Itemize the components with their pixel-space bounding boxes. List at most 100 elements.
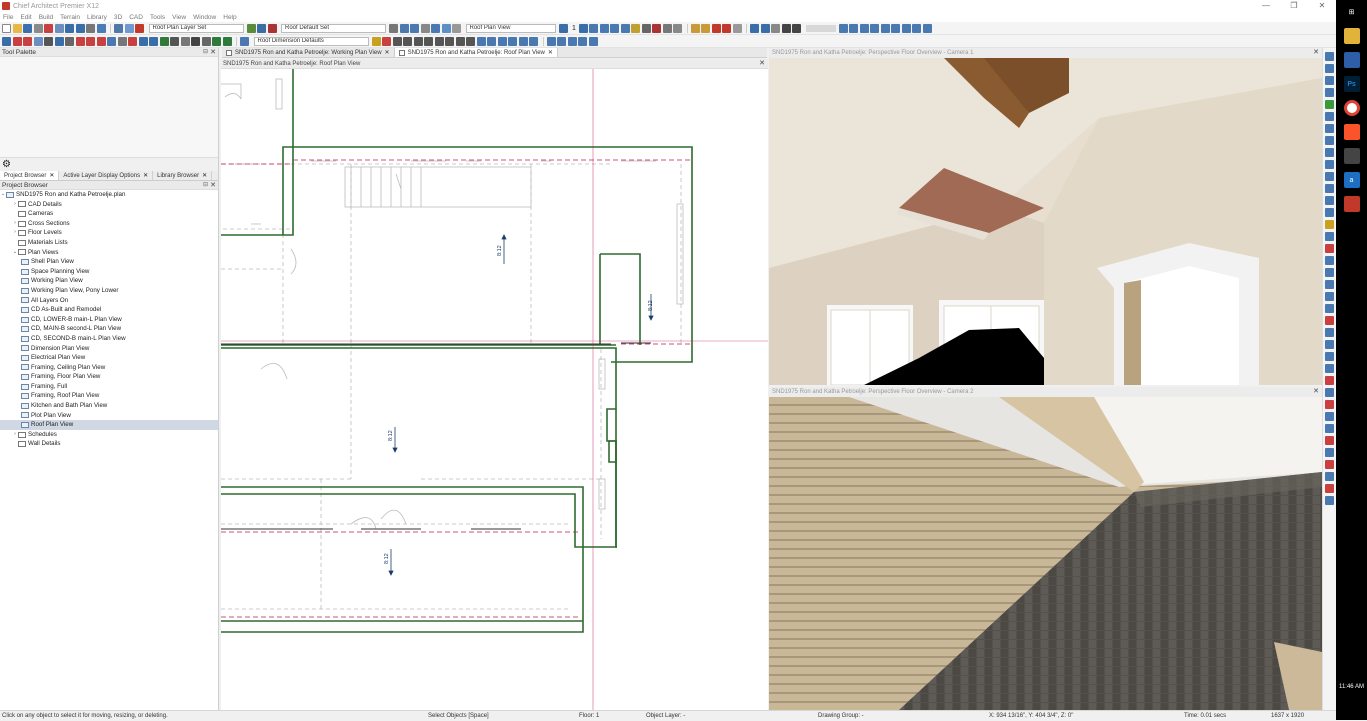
wireframe-icon[interactable] bbox=[641, 23, 651, 33]
menu-library[interactable]: Library bbox=[87, 14, 107, 21]
join-icon[interactable] bbox=[487, 36, 496, 46]
layout-icon[interactable] bbox=[760, 23, 770, 33]
orbit-icon[interactable] bbox=[1325, 64, 1334, 73]
tree-item[interactable]: CD As-Built and Remodel bbox=[0, 305, 218, 315]
tree-item[interactable]: Wall Details bbox=[0, 439, 218, 449]
move-down-icon[interactable] bbox=[1325, 184, 1334, 193]
tilt-down-icon[interactable] bbox=[1325, 136, 1334, 145]
open-folder-icon[interactable] bbox=[12, 23, 22, 33]
swap-view-icon[interactable] bbox=[441, 23, 451, 33]
maximize-button[interactable]: ❐ bbox=[1280, 0, 1308, 12]
break-icon[interactable] bbox=[1325, 316, 1334, 325]
view-5-icon[interactable] bbox=[880, 23, 890, 33]
tree-root[interactable]: ⌄ SND1975 Ron and Katha Petroelje.plan bbox=[0, 190, 218, 200]
dimension-tool-icon[interactable] bbox=[149, 36, 158, 46]
roof-tool-icon[interactable] bbox=[75, 36, 85, 46]
tree-item[interactable]: Roof Plan View bbox=[0, 420, 218, 430]
camera-1-close-button[interactable]: ✕ bbox=[1313, 48, 1319, 58]
reset-view-icon[interactable] bbox=[1325, 196, 1334, 205]
library-icon[interactable] bbox=[690, 23, 700, 33]
break-line-icon[interactable] bbox=[722, 23, 732, 33]
close-icon[interactable]: ✕ bbox=[49, 171, 54, 180]
material-icon[interactable] bbox=[652, 23, 662, 33]
tab-active-layer-display-options[interactable]: Active Layer Display Options ✕ bbox=[59, 171, 154, 180]
edit-object-icon[interactable] bbox=[1325, 232, 1334, 241]
playback-slider[interactable] bbox=[805, 24, 836, 32]
menu-edit[interactable]: Edit bbox=[20, 14, 31, 21]
cross-section-icon[interactable] bbox=[620, 23, 630, 33]
copy-icon[interactable] bbox=[54, 23, 64, 33]
dimension-defaults-icon[interactable] bbox=[240, 36, 249, 46]
angle-snap-icon[interactable] bbox=[1325, 352, 1334, 361]
tilt-up-icon[interactable] bbox=[1325, 124, 1334, 133]
pin-icon[interactable]: ⊟ bbox=[203, 48, 208, 57]
tab-project-browser[interactable]: Project Browser ✕ bbox=[0, 171, 60, 180]
menu-window[interactable]: Window bbox=[193, 14, 216, 21]
menu-cad[interactable]: CAD bbox=[129, 14, 143, 21]
plumbing-tool-icon[interactable] bbox=[117, 36, 127, 46]
render-icon[interactable] bbox=[662, 23, 672, 33]
menu-file[interactable]: File bbox=[3, 14, 13, 21]
trim-icon[interactable] bbox=[497, 36, 507, 46]
layer-display-icon[interactable] bbox=[124, 23, 134, 33]
tree-item[interactable]: Working Plan View, Pony Lower bbox=[0, 286, 218, 296]
tree-item[interactable]: Cameras bbox=[0, 209, 218, 219]
door-tool-icon[interactable] bbox=[44, 36, 53, 46]
tree-item[interactable]: Framing, Floor Plan View bbox=[0, 372, 218, 382]
point-icon[interactable] bbox=[1325, 328, 1334, 337]
grid-icon[interactable] bbox=[750, 23, 760, 33]
gear-icon[interactable]: ⚙ bbox=[2, 159, 11, 170]
tree-item[interactable]: Electrical Plan View bbox=[0, 353, 218, 363]
tree-item[interactable]: Dimension Plan View bbox=[0, 344, 218, 354]
marker-icon[interactable] bbox=[382, 36, 391, 46]
trim-line-icon[interactable] bbox=[1325, 400, 1334, 409]
pause-icon[interactable] bbox=[781, 23, 791, 33]
tree-item[interactable]: Plot Plan View bbox=[0, 411, 218, 421]
save-icon[interactable] bbox=[23, 23, 32, 33]
lighting-icon[interactable] bbox=[1325, 220, 1334, 229]
tree-item[interactable]: CD, MAIN-B second-L Plan View bbox=[0, 324, 218, 334]
zoom-out-icon[interactable] bbox=[410, 23, 419, 33]
zoom-window-icon[interactable] bbox=[389, 23, 398, 33]
fill-window-icon[interactable] bbox=[420, 23, 430, 33]
framing-tool-icon[interactable] bbox=[86, 36, 95, 46]
fixture-icon[interactable] bbox=[701, 23, 711, 33]
camera-toolbar-icon[interactable] bbox=[1325, 52, 1334, 61]
defaults-icon[interactable] bbox=[135, 23, 144, 33]
rotate-object-icon[interactable] bbox=[1325, 280, 1334, 289]
stair-tool-icon[interactable] bbox=[65, 36, 74, 46]
terrain-tool-icon[interactable] bbox=[96, 36, 106, 46]
tree-item[interactable]: › Floor Levels bbox=[0, 228, 218, 238]
spline-icon[interactable] bbox=[466, 36, 475, 46]
menu-build[interactable]: Build bbox=[39, 14, 53, 21]
arc-tool-icon[interactable] bbox=[711, 23, 721, 33]
zoom-out-view-icon[interactable] bbox=[1325, 112, 1334, 121]
tool-palette-close-button[interactable]: ✕ bbox=[210, 48, 216, 57]
app-a-icon[interactable]: a bbox=[1343, 172, 1360, 188]
close-button[interactable]: ✕ bbox=[1308, 0, 1336, 12]
play-icon[interactable] bbox=[792, 23, 802, 33]
tree-item[interactable]: Framing, Roof Plan View bbox=[0, 391, 218, 401]
move-up-icon[interactable] bbox=[1325, 172, 1334, 181]
tree-item[interactable]: › CAD Details bbox=[0, 200, 218, 210]
menu-terrain[interactable]: Terrain bbox=[60, 14, 80, 21]
extend-icon[interactable] bbox=[508, 36, 517, 46]
undo-icon[interactable] bbox=[65, 23, 74, 33]
tree-item[interactable]: Shell Plan View bbox=[0, 257, 218, 267]
menu-help[interactable]: Help bbox=[223, 14, 236, 21]
fillet-icon[interactable] bbox=[518, 36, 528, 46]
menu-view[interactable]: View bbox=[172, 14, 186, 21]
close-icon[interactable]: ✕ bbox=[202, 171, 207, 180]
layer-icon[interactable] bbox=[191, 36, 200, 46]
box-icon[interactable] bbox=[403, 36, 412, 46]
redo-icon[interactable] bbox=[75, 23, 85, 33]
array-icon[interactable] bbox=[476, 36, 486, 46]
rotate-left-icon[interactable] bbox=[1325, 148, 1334, 157]
text-tool-icon[interactable] bbox=[138, 36, 148, 46]
view-3-icon[interactable] bbox=[859, 23, 869, 33]
photoshop-icon[interactable]: Ps bbox=[1343, 76, 1360, 92]
view-6-icon[interactable] bbox=[891, 23, 901, 33]
draw-line-icon[interactable] bbox=[413, 36, 423, 46]
window-tool-icon[interactable] bbox=[54, 36, 64, 46]
tab-working-plan-view[interactable]: SND1975 Ron and Katha Petroelje: Working… bbox=[222, 48, 395, 57]
